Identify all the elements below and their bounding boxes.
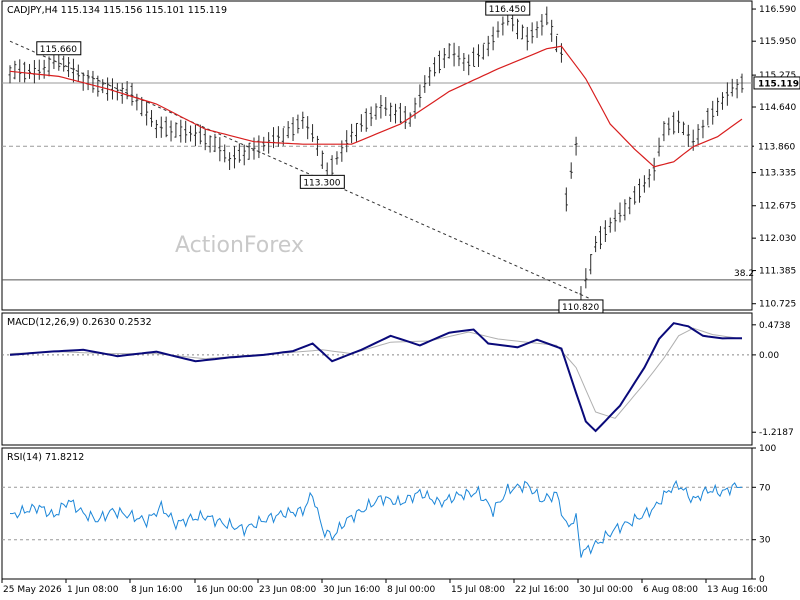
rsi-axis-tick-label: 100 [759,444,776,454]
rsi-axis-tick-label: 0 [759,575,765,585]
time-tick-label: 1 Jun 08:00 [67,585,119,595]
time-tick-label: 8 Jul 00:00 [387,585,436,595]
chart-svg: ActionForex116.590115.950115.275114.6401… [0,0,800,600]
time-tick-label: 30 Jul 00:00 [579,585,633,595]
time-tick-label: 30 Jun 16:00 [323,585,380,595]
annotation-label: 115.660 [40,45,77,55]
annotation-label: 116.450 [489,5,526,15]
time-tick-label: 25 May 2026 [3,585,62,595]
time-tick-label: 23 Jun 08:00 [259,585,316,595]
rsi-axis-tick-label: 70 [759,483,771,493]
price-axis-tick-label: 116.590 [759,5,796,15]
time-tick-label: 22 Jul 16:00 [515,585,569,595]
time-tick-label: 6 Aug 08:00 [643,585,698,595]
price-axis-tick-label: 112.030 [759,234,796,244]
macd-axis-tick-label: 0.4738 [759,321,791,331]
rsi-axis-tick-label: 30 [759,536,771,546]
time-tick-label: 8 Jun 16:00 [131,585,183,595]
time-tick-label: 15 Jul 08:00 [451,585,505,595]
time-tick-label: 16 Jun 00:00 [196,585,253,595]
price-axis-tick-label: 115.950 [759,37,796,47]
level-tag: 113.860 [758,143,795,153]
price-axis-tick-label: 112.675 [759,202,796,212]
time-tick-label: 13 Aug 16:00 [707,585,768,595]
fib-label: 38.2 [734,269,754,279]
price-axis-tick-label: 110.725 [759,300,796,310]
macd-axis-tick-label: 0.00 [759,351,779,361]
price-axis-tick-label: 113.335 [759,169,796,179]
rsi-title: RSI(14) 71.8212 [7,452,84,463]
annotation-label: 113.300 [303,178,340,188]
price-title: CADJPY,H4 115.134 115.156 115.101 115.11… [7,5,227,16]
price-axis-tick-label: 114.640 [759,103,796,113]
macd-title: MACD(12,26,9) 0.2630 0.2532 [7,317,152,328]
macd-axis-tick-label: -1.2187 [759,428,794,438]
watermark: ActionForex [175,233,304,258]
price-axis-tick-label: 111.385 [759,267,796,277]
level-tag: 115.119 [758,79,799,89]
annotation-label: 110.820 [562,303,599,313]
